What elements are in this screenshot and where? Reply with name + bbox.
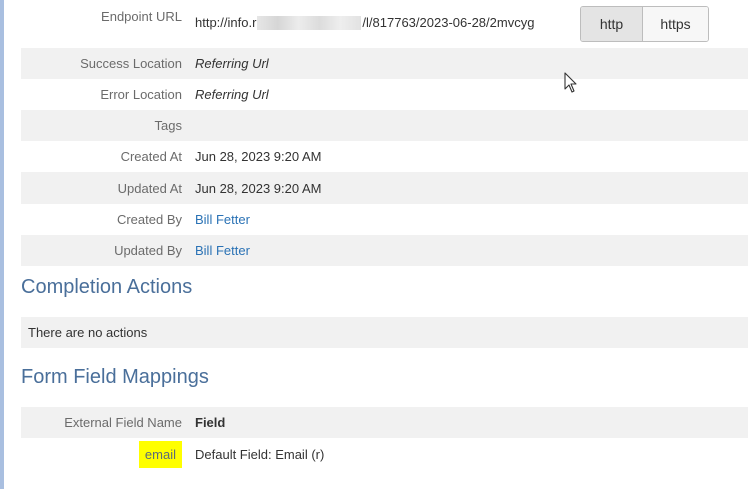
https-button[interactable]: https bbox=[642, 7, 708, 41]
updated-by-label: Updated By bbox=[114, 243, 182, 258]
external-field-name-header: External Field Name bbox=[64, 415, 182, 430]
tags-label: Tags bbox=[154, 118, 182, 133]
endpoint-url-label: Endpoint URL bbox=[101, 9, 182, 24]
updated-at-label: Updated At bbox=[117, 180, 182, 196]
completion-actions-title: Completion Actions bbox=[21, 276, 193, 298]
endpoint-url-prefix: http://info.r bbox=[195, 15, 257, 30]
form-field-mappings-title: Form Field Mappings bbox=[21, 366, 209, 388]
updated-by-row: Updated By Bill Fetter bbox=[21, 235, 748, 266]
error-location-value: Referring Url bbox=[195, 87, 269, 102]
field-cell: Default Field: Email (r) bbox=[195, 446, 325, 462]
created-at-label: Created At bbox=[120, 149, 182, 164]
endpoint-url-suffix: /l/817763/2023-06-28/2mvcyg bbox=[362, 15, 535, 30]
success-location-label: Success Location bbox=[80, 56, 182, 71]
created-by-label: Created By bbox=[116, 212, 182, 227]
redacted-url-segment bbox=[257, 15, 362, 30]
tags-row: Tags bbox=[21, 110, 748, 141]
endpoint-url-value[interactable]: http://info.r /l/817763/2023-06-28/2mvcy… bbox=[195, 0, 534, 30]
created-by-row: Created By Bill Fetter bbox=[21, 204, 748, 235]
created-at-value: Jun 28, 2023 9:20 AM bbox=[195, 149, 322, 164]
mappings-header-row: External Field Name Field bbox=[21, 407, 748, 438]
field-header: Field bbox=[195, 415, 226, 430]
updated-by-link[interactable]: Bill Fetter bbox=[195, 243, 250, 258]
mouse-pointer-icon bbox=[564, 72, 577, 93]
left-accent-bar bbox=[0, 0, 4, 489]
created-by-link[interactable]: Bill Fetter bbox=[195, 212, 250, 227]
mapping-row: email Default Field: Email (r) bbox=[21, 438, 748, 470]
updated-at-row: Updated At Jun 28, 2023 9:20 AM bbox=[21, 172, 748, 204]
http-button[interactable]: http bbox=[581, 7, 642, 41]
error-location-label: Error Location bbox=[100, 87, 182, 102]
updated-at-value: Jun 28, 2023 9:20 AM bbox=[195, 180, 322, 196]
no-actions-message: There are no actions bbox=[28, 325, 148, 340]
completion-actions-empty-row: There are no actions bbox=[21, 317, 748, 348]
highlighted-external-field: email bbox=[138, 440, 182, 468]
success-location-row: Success Location Referring Url bbox=[21, 48, 748, 79]
error-location-row: Error Location Referring Url bbox=[21, 79, 748, 110]
protocol-toggle: http https bbox=[580, 6, 709, 42]
success-location-value: Referring Url bbox=[195, 56, 269, 71]
external-field-name-cell: email bbox=[21, 440, 182, 468]
created-at-row: Created At Jun 28, 2023 9:20 AM bbox=[21, 141, 748, 172]
